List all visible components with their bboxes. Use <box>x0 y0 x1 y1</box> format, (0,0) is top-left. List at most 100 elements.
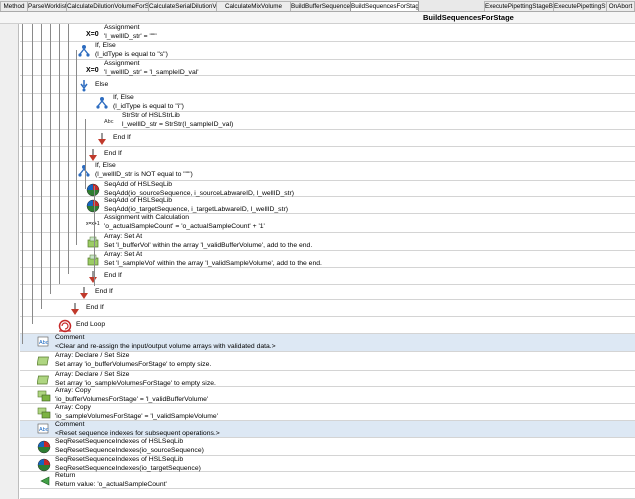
step-row[interactable]: If, Else (l_idType is equal to "s") <box>20 42 635 60</box>
step-detail: l_wellID_str = StrStr(l_sampleID_val) <box>122 120 234 128</box>
step-detail: Set 'l_sampleVol' within the array 'l_va… <box>104 259 322 267</box>
step-detail: Set 'l_bufferVol' within the array 'l_va… <box>104 241 313 249</box>
step-row[interactable]: SeqResetSequenceIndexes of HSLSeqLib SeqR… <box>20 438 635 456</box>
step-row[interactable]: Abc Comment <Clear and re-assign the input… <box>20 334 635 352</box>
end-if-icon <box>86 270 100 286</box>
step-title: SeqResetSequenceIndexes of HSLSeqLib <box>55 456 184 463</box>
step-detail: SeqResetSequenceIndexes(io_sourceSequenc… <box>55 446 204 454</box>
step-row[interactable]: End If <box>20 268 635 285</box>
editor-header: BuildSequencesForStage <box>0 12 635 24</box>
svg-text:Abc: Abc <box>39 340 49 346</box>
assignment-icon: X=0 <box>86 26 100 42</box>
step-title: Array: Declare / Set Size <box>55 352 130 359</box>
tab-build-sequences-for-stage[interactable]: BuildSequencesForStage <box>350 1 419 11</box>
end-loop-icon <box>58 319 72 335</box>
step-row[interactable]: End Loop <box>20 317 635 334</box>
nesting-guide <box>68 24 69 274</box>
step-title: If, Else <box>95 162 116 169</box>
step-row[interactable]: Array: Set At Set 'l_sampleVol' within th… <box>20 251 635 268</box>
step-row[interactable]: Array: Declare / Set Size Set array 'io_s… <box>20 371 635 387</box>
else-icon <box>77 78 91 94</box>
step-row[interactable]: x=x+1 Assignment with Calculation'o_actua… <box>20 214 635 233</box>
step-row[interactable]: Array: Set At Set 'l_bufferVol' within th… <box>20 233 635 251</box>
nesting-guide <box>50 24 51 294</box>
nesting-guide <box>76 50 77 245</box>
svg-text:Abc: Abc <box>39 427 49 433</box>
step-row[interactable]: End If <box>20 130 635 147</box>
step-title: Comment <box>55 421 85 428</box>
step-row[interactable]: Array: Declare / Set Size Set array 'io_b… <box>20 352 635 371</box>
if-else-icon <box>77 164 91 180</box>
step-title: End If <box>104 272 122 279</box>
comment-icon: Abc <box>37 423 51 439</box>
tab-calculate-dilution-volume-for-stage[interactable]: CalculateDilutionVolumeForStage <box>66 1 149 11</box>
step-title: SeqAdd of HSLSeqLib <box>104 181 173 188</box>
tab-on-abort[interactable]: OnAbort <box>606 1 635 11</box>
step-detail: 'io_bufferVolumesForStage' = 'l_validBuf… <box>55 395 209 403</box>
step-title: Array: Copy <box>55 387 91 394</box>
step-row[interactable]: End If <box>20 147 635 162</box>
step-row[interactable]: End If <box>20 285 635 300</box>
comment-icon: Abc <box>37 336 51 352</box>
step-detail: <Reset sequence indexes for subsequent o… <box>55 429 220 437</box>
nesting-guide <box>32 24 33 324</box>
array-copy-icon <box>37 406 51 422</box>
nesting-guide <box>85 119 86 189</box>
step-row[interactable]: End If <box>20 300 635 317</box>
step-row[interactable]: If, Else (l_wellID_str is NOT equal to ""… <box>20 162 635 181</box>
step-row[interactable]: Abc Comment <Reset sequence indexes for su… <box>20 421 635 438</box>
step-detail: (l_idType is equal to "i") <box>113 102 184 110</box>
step-title: Array: Set At <box>104 233 143 240</box>
step-row[interactable]: Abc StrStr of HSLStrLib l_wellID_str = Str… <box>20 112 635 130</box>
step-title: SeqAdd of HSLSeqLib <box>104 197 173 204</box>
end-if-icon <box>95 132 109 148</box>
svg-text:X=0: X=0 <box>86 67 99 74</box>
step-editor[interactable]: X=0 Assignment'l_wellID_str' = """ If, Els… <box>0 24 635 499</box>
step-row[interactable]: SeqAdd of HSLSeqLib SeqAdd(io_sourceSeque… <box>20 181 635 197</box>
step-row[interactable] <box>20 489 635 499</box>
step-detail: 'l_wellID_str' = """ <box>104 32 157 40</box>
step-detail: (l_idType is equal to "s") <box>95 50 168 58</box>
step-title: If, Else <box>95 42 116 49</box>
step-row[interactable]: X=0 Assignment'l_wellID_str' = """ <box>20 24 635 42</box>
sequence-icon <box>37 440 51 456</box>
step-title: End If <box>113 134 131 141</box>
step-detail: SeqAdd(io_targetSequence, i_targetLabwar… <box>104 205 288 213</box>
step-title: StrStr of HSLStrLib <box>122 112 180 119</box>
step-detail: 'io_sampleVolumesForStage' = 'l_validSam… <box>55 412 218 420</box>
step-detail: <Clear and re-assign the input/output vo… <box>55 342 276 350</box>
step-title: SeqResetSequenceIndexes of HSLSeqLib <box>55 438 184 445</box>
step-row[interactable]: Array: Copy'io_sampleVolumesForStage' = … <box>20 404 635 421</box>
calculation-icon: x=x+1 <box>86 216 100 232</box>
array-set-icon <box>86 253 100 269</box>
tab-calculate-mix-volume[interactable]: CalculateMixVolume <box>216 1 291 11</box>
svg-text:Abc: Abc <box>104 119 114 125</box>
step-row[interactable]: If, Else (l_idType is equal to "i") <box>20 94 635 112</box>
step-title: End If <box>104 150 122 157</box>
tab-execute-pipetting-stage-buffer[interactable]: ExecutePipettingStageBuffer <box>484 1 554 11</box>
step-title: Array: Declare / Set Size <box>55 371 130 378</box>
tab-parse-worklist-data[interactable]: ParseWorklistData <box>27 1 67 11</box>
step-detail: Return value: 'o_actualSampleCount' <box>55 480 167 488</box>
nesting-guide <box>41 24 42 309</box>
step-row[interactable]: Return Return value: 'o_actualSampleCount… <box>20 472 635 489</box>
if-else-icon <box>95 96 109 112</box>
step-title: Array: Copy <box>55 404 91 411</box>
step-detail: Set array 'io_bufferVolumesForStage' to … <box>55 360 212 368</box>
step-row[interactable]: SeqResetSequenceIndexes of HSLSeqLib SeqR… <box>20 456 635 472</box>
page-title: BuildSequencesForStage <box>423 13 514 22</box>
array-copy-icon <box>37 389 51 405</box>
sequence-icon <box>86 199 100 215</box>
step-title: Assignment with Calculation <box>104 214 190 221</box>
nesting-guide <box>94 186 95 286</box>
step-row[interactable]: SeqAdd of HSLSeqLib SeqAdd(io_targetSeque… <box>20 197 635 214</box>
step-row[interactable]: Array: Copy'io_bufferVolumesForStage' = … <box>20 387 635 404</box>
tab-method[interactable]: Method <box>0 1 28 11</box>
tab-calculate-serial-dilution-volumes[interactable]: CalculateSerialDilutionVolumes <box>148 1 217 11</box>
method-tab-bar: MethodParseWorklistDataCalculateDilution… <box>0 0 635 12</box>
step-row[interactable]: X=0 Assignment'l_wellID_str' = 'l_sampleI… <box>20 60 635 76</box>
if-else-icon <box>77 44 91 60</box>
tab-execute-pipetting-stage-sample[interactable]: ExecutePipettingStageSample <box>553 1 607 11</box>
tab-build-buffer-sequence[interactable]: BuildBufferSequence <box>290 1 351 11</box>
step-row[interactable]: Else <box>20 76 635 94</box>
